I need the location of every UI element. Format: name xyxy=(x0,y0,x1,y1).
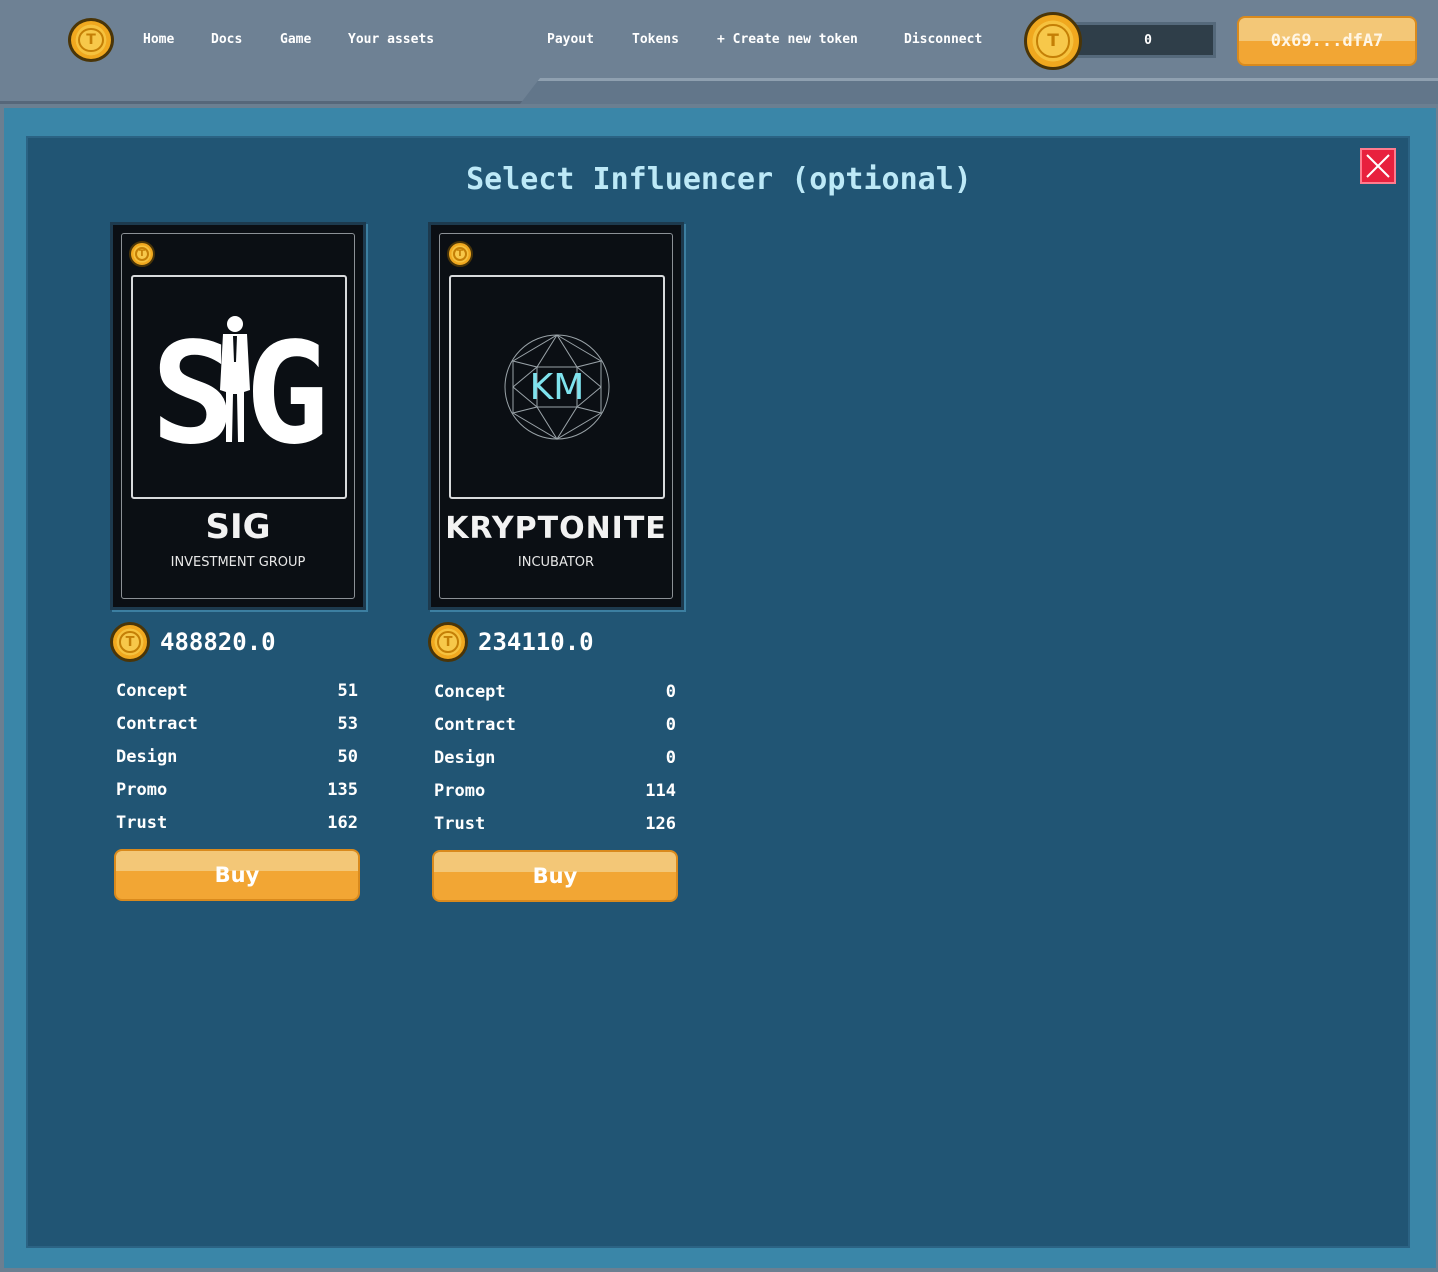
stat-label: Trust xyxy=(116,812,168,833)
nav-your-assets[interactable]: Your assets xyxy=(348,32,434,47)
nav-home[interactable]: Home xyxy=(143,32,174,47)
stat-row-promo: Promo 135 xyxy=(116,773,358,806)
stat-row-design: Design 50 xyxy=(116,740,358,773)
stat-value: 0 xyxy=(665,714,676,735)
nav-create-new-token[interactable]: + Create new token xyxy=(717,32,858,47)
modal-title: Select Influencer (optional) xyxy=(466,162,972,197)
influencer-card-sig[interactable]: T S G SIG INVESTMENT GROUP xyxy=(110,222,366,610)
influencer-logo: S G xyxy=(131,275,347,499)
influencer-card-kryptonite[interactable]: T KM KRYPTONITE INCUBATOR xyxy=(428,222,684,610)
stat-label: Trust xyxy=(434,813,486,834)
stat-value: 50 xyxy=(337,746,358,767)
nav-docs[interactable]: Docs xyxy=(211,32,242,47)
stat-label: Promo xyxy=(116,779,168,800)
nav-tokens[interactable]: Tokens xyxy=(632,32,679,47)
influencer-subtitle: INVESTMENT GROUP xyxy=(170,555,306,570)
stat-row-design: Design 0 xyxy=(434,741,676,774)
coin-letter: T xyxy=(1036,24,1070,58)
close-button[interactable] xyxy=(1360,148,1396,184)
stat-value: 162 xyxy=(327,812,358,833)
nav-game[interactable]: Game xyxy=(280,32,311,47)
stat-row-concept: Concept 0 xyxy=(434,675,676,708)
stat-value: 53 xyxy=(337,713,358,734)
card-coin-icon: T xyxy=(129,241,155,267)
buy-button-sig[interactable]: Buy xyxy=(114,849,360,901)
stat-row-concept: Concept 51 xyxy=(116,674,358,707)
influencer-name: KRYPTONITE xyxy=(445,511,667,546)
price-coin-icon: T xyxy=(110,622,150,662)
stat-value: 135 xyxy=(327,779,358,800)
stat-row-contract: Contract 0 xyxy=(434,708,676,741)
influencer-name: SIG xyxy=(205,507,271,547)
kryptonite-logo-text: KM xyxy=(530,367,585,408)
top-navigation-bar: T Home Docs Game Your assets Payout Toke… xyxy=(0,0,1438,104)
stat-value: 114 xyxy=(645,780,676,801)
token-balance-display: 0 xyxy=(1070,22,1216,58)
stat-label: Concept xyxy=(116,680,188,701)
token-balance-value: 0 xyxy=(1144,32,1152,48)
coin-letter: T xyxy=(119,631,141,653)
balance-coin-icon: T xyxy=(1024,12,1082,70)
influencer-stats: Concept 51 Contract 53 Design 50 Promo 1… xyxy=(116,674,358,839)
stat-value: 51 xyxy=(337,680,358,701)
stat-label: Design xyxy=(434,747,496,768)
card-coin-icon: T xyxy=(447,241,473,267)
buy-button-kryptonite[interactable]: Buy xyxy=(432,850,678,902)
coin-letter: T xyxy=(78,27,104,53)
stat-row-trust: Trust 126 xyxy=(434,807,676,840)
nav-payout[interactable]: Payout xyxy=(547,32,594,47)
close-icon xyxy=(1366,154,1390,178)
stat-row-contract: Contract 53 xyxy=(116,707,358,740)
stat-label: Promo xyxy=(434,780,486,801)
influencer-logo: KM xyxy=(449,275,665,499)
influencer-price: T 488820.0 xyxy=(110,622,276,662)
stat-value: 0 xyxy=(665,747,676,768)
nav-disconnect[interactable]: Disconnect xyxy=(904,32,982,47)
influencer-subtitle: INCUBATOR xyxy=(517,555,595,570)
svg-text:G: G xyxy=(245,313,329,462)
sig-logo-icon: S G xyxy=(151,313,329,462)
wallet-address-button[interactable]: 0x69...dfA7 xyxy=(1237,16,1417,66)
stat-row-trust: Trust 162 xyxy=(116,806,358,839)
stat-label: Contract xyxy=(434,714,516,735)
stat-row-promo: Promo 114 xyxy=(434,774,676,807)
kryptonite-crystal-icon: KM xyxy=(504,334,610,440)
price-value: 234110.0 xyxy=(478,628,594,656)
price-coin-icon: T xyxy=(428,622,468,662)
stat-value: 0 xyxy=(665,681,676,702)
stat-value: 126 xyxy=(645,813,676,834)
topbar-ledge-decoration xyxy=(520,78,1438,104)
price-value: 488820.0 xyxy=(160,628,276,656)
influencer-stats: Concept 0 Contract 0 Design 0 Promo 114 … xyxy=(434,675,676,840)
stat-label: Concept xyxy=(434,681,506,702)
coin-letter: T xyxy=(452,246,468,262)
coin-letter: T xyxy=(134,246,150,262)
logo-coin-icon[interactable]: T xyxy=(68,18,114,62)
coin-letter: T xyxy=(437,631,459,653)
influencer-price: T 234110.0 xyxy=(428,622,594,662)
stat-label: Contract xyxy=(116,713,198,734)
stat-label: Design xyxy=(116,746,178,767)
